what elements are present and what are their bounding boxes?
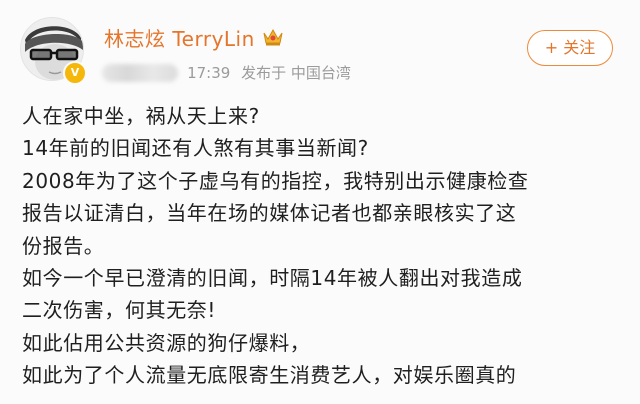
post-meta: 17:39 发布于 中国台湾 xyxy=(102,62,357,84)
post-line: 2008年为了这个子虚乌有的指控，我特别出示健康检查 xyxy=(22,168,529,193)
post-header: V 林志炫 TerryLin 17:39 发布于 中国台湾 + 关注 xyxy=(0,0,640,92)
post-line: 14年前的旧闻还有人煞有其事当新闻? xyxy=(22,136,369,161)
post-line: 如此为了个人流量无底限寄生消费艺人，对娱乐圈真的 xyxy=(22,363,517,388)
post-body: 人在家中坐，祸从天上来? 14年前的旧闻还有人煞有其事当新闻? 2008年为了这个子… xyxy=(22,100,622,392)
follow-button[interactable]: + 关注 xyxy=(527,30,613,66)
post-line: 如今一个早已澄清的旧闻，时隔14年被人翻出对我造成 xyxy=(22,266,523,291)
post-source: 发布于 中国台湾 xyxy=(241,64,351,82)
author-name[interactable]: 林志炫 TerryLin xyxy=(104,23,255,52)
post-line: 如此佔用公共资源的狗仔爆料， xyxy=(22,330,311,355)
post-line: 二次伤害，何其无奈! xyxy=(22,298,217,323)
post-line: 份报告。 xyxy=(22,233,105,258)
blurred-date xyxy=(102,63,178,82)
post-line: 人在家中坐，祸从天上来? xyxy=(22,104,260,128)
post-time: 17:39 xyxy=(187,64,231,82)
gold-crown-icon xyxy=(262,27,284,51)
verified-badge-icon: V xyxy=(63,61,87,85)
post-line: 报告以证清白，当年在场的媒体记者也都亲眼核实了这 xyxy=(22,201,517,226)
